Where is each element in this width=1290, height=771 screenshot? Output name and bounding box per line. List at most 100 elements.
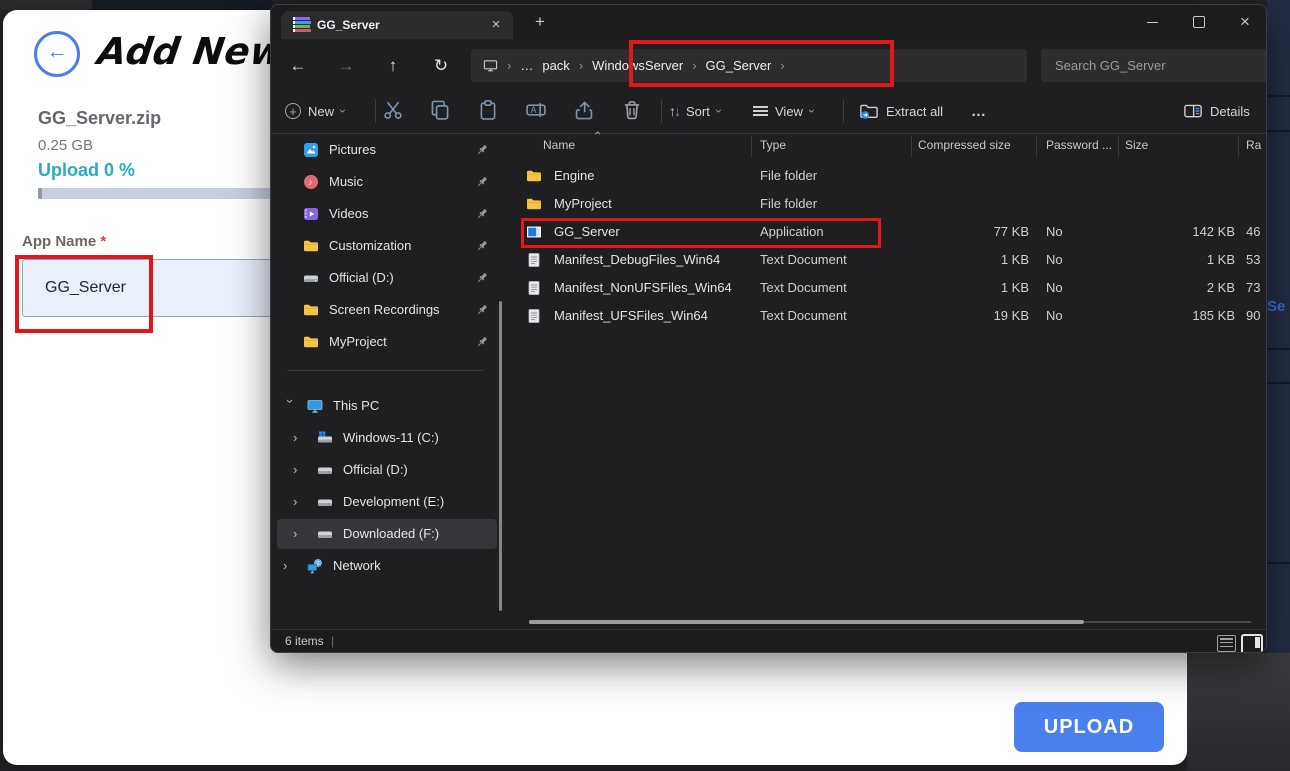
details-pane-button[interactable]: Details — [1183, 97, 1250, 125]
sidebar-item-pictures[interactable]: Pictures — [277, 135, 497, 165]
chevron-expanded-icon[interactable]: › — [275, 399, 305, 413]
view-button[interactable]: View › — [753, 97, 814, 125]
sidebar-item-development-e[interactable]: › Development (E:) — [277, 487, 497, 517]
column-divider[interactable] — [1118, 136, 1119, 157]
application-icon — [526, 224, 542, 240]
screen: Se ← Add New App GG_Server.zip 0.25 GB U… — [0, 0, 1290, 771]
breadcrumb-item-pack[interactable]: pack — [542, 58, 569, 73]
pin-icon[interactable] — [475, 175, 489, 189]
column-header-ratio[interactable]: Ra — [1246, 138, 1261, 152]
chevron-down-icon: › — [805, 109, 819, 113]
pin-icon[interactable] — [475, 143, 489, 157]
column-header-password[interactable]: Password ... — [1046, 138, 1112, 152]
sidebar-item-videos[interactable]: Videos — [277, 199, 497, 229]
background-divider — [1267, 348, 1290, 350]
paste-button[interactable] — [477, 99, 501, 123]
view-lines-icon — [753, 103, 768, 118]
this-pc-monitor-icon — [307, 398, 323, 414]
sidebar-scrollbar[interactable] — [499, 301, 502, 611]
background-divider — [1267, 382, 1290, 384]
sidebar-item-downloaded-f[interactable]: › Downloaded (F:) — [277, 519, 497, 549]
file-row-myproject[interactable]: MyProject File folder — [506, 190, 1267, 218]
more-options-button[interactable]: … — [971, 97, 987, 125]
chevron-down-icon: › — [712, 109, 726, 113]
toolbar-separator — [661, 99, 662, 123]
cut-button[interactable] — [382, 99, 406, 123]
delete-button[interactable] — [621, 99, 645, 123]
chevron-collapsed-icon[interactable]: › — [293, 487, 307, 517]
chevron-collapsed-icon[interactable]: › — [283, 551, 297, 581]
details-view-toggle[interactable] — [1217, 635, 1236, 652]
sidebar-item-myproject[interactable]: MyProject — [277, 327, 497, 357]
sidebar-item-network[interactable]: › Network — [277, 551, 497, 581]
pin-icon[interactable] — [475, 207, 489, 221]
sidebar-item-customization[interactable]: Customization — [277, 231, 497, 261]
file-row-manifest-debugfiles[interactable]: Manifest_DebugFiles_Win64 Text Document … — [506, 246, 1267, 274]
pin-icon[interactable] — [475, 271, 489, 285]
sidebar-item-this-pc[interactable]: › This PC — [277, 391, 497, 421]
horizontal-scrollbar-track[interactable] — [1084, 621, 1251, 623]
chevron-collapsed-icon[interactable]: › — [293, 423, 307, 453]
close-icon: × — [1223, 5, 1267, 39]
background-strip-topleft — [0, 0, 92, 10]
share-button[interactable] — [573, 99, 597, 123]
sidebar-item-windows-c[interactable]: › Windows-11 (C:) — [277, 423, 497, 453]
column-divider[interactable] — [1036, 136, 1037, 157]
breadcrumb-item-windowsserver[interactable]: WindowsServer — [592, 58, 683, 73]
search-input[interactable] — [1041, 49, 1267, 82]
refresh-button[interactable]: ↻ — [426, 53, 456, 79]
new-button[interactable]: + New › — [285, 97, 345, 125]
copy-button[interactable] — [429, 99, 453, 123]
chevron-collapsed-icon[interactable]: › — [293, 455, 307, 485]
file-row-engine[interactable]: Engine File folder — [506, 162, 1267, 190]
address-bar[interactable]: › … pack › WindowsServer › GG_Server › — [471, 49, 1027, 82]
preview-pane-toggle[interactable] — [1241, 634, 1263, 653]
background-divider — [1267, 95, 1290, 97]
folder-icon — [303, 238, 319, 254]
explorer-tab[interactable]: GG_Server × — [281, 11, 513, 39]
breadcrumb-item-ggserver[interactable]: GG_Server — [706, 58, 772, 73]
toolbar-separator — [375, 99, 376, 123]
sort-button[interactable]: ↑↓ Sort › — [669, 97, 721, 125]
nav-forward-button[interactable]: → — [331, 53, 361, 79]
file-row-manifest-nonufsfiles[interactable]: Manifest_NonUFSFiles_Win64 Text Document… — [506, 274, 1267, 302]
sidebar-item-official-d-drive[interactable]: › Official (D:) — [277, 455, 497, 485]
minimize-button[interactable] — [1131, 5, 1175, 39]
file-row-manifest-ufsfiles[interactable]: Manifest_UFSFiles_Win64 Text Document 19… — [506, 302, 1267, 330]
pin-icon[interactable] — [475, 303, 489, 317]
upload-button[interactable]: UPLOAD — [1014, 702, 1164, 752]
nav-back-button[interactable]: ← — [283, 53, 313, 79]
column-header-compressed-size[interactable]: Compressed size — [918, 138, 1011, 152]
close-button[interactable]: × — [1223, 5, 1267, 39]
back-button[interactable]: ← — [34, 31, 80, 77]
status-bar: 6 items | — [271, 629, 1266, 653]
scissors-icon — [382, 99, 404, 121]
column-divider[interactable] — [1238, 136, 1239, 157]
sidebar-item-official-d[interactable]: Official (D:) — [277, 263, 497, 293]
column-divider[interactable] — [751, 136, 752, 157]
background-block-bottom-right — [1187, 653, 1290, 771]
column-header-type[interactable]: Type — [760, 138, 786, 152]
pin-icon[interactable] — [475, 239, 489, 253]
breadcrumb-overflow[interactable]: … — [520, 58, 533, 73]
file-row-ggserver[interactable]: GG_Server Application 77 KB No 142 KB 46 — [506, 218, 1267, 246]
nav-up-button[interactable]: ↑ — [378, 53, 408, 79]
column-header-name[interactable]: Name — [543, 138, 575, 152]
chevron-collapsed-icon[interactable]: › — [293, 519, 307, 549]
tab-close-icon[interactable]: × — [485, 15, 507, 35]
maximize-button[interactable] — [1177, 5, 1221, 39]
extract-all-button[interactable]: Extract all — [859, 97, 943, 125]
column-divider[interactable] — [911, 136, 912, 157]
share-icon — [573, 99, 595, 121]
new-tab-button[interactable]: + — [529, 12, 551, 32]
tab-bar: GG_Server × + × — [271, 5, 1266, 39]
sidebar-item-music[interactable]: ♪ Music — [277, 167, 497, 197]
sidebar-item-screen-recordings[interactable]: Screen Recordings — [277, 295, 497, 325]
extract-folder-icon — [859, 101, 879, 121]
rename-button[interactable]: A — [525, 99, 549, 123]
column-header-size[interactable]: Size — [1125, 138, 1148, 152]
upload-file-name: GG_Server.zip — [38, 108, 161, 129]
toolbar-separator — [843, 99, 844, 123]
pin-icon[interactable] — [475, 335, 489, 349]
horizontal-scrollbar[interactable] — [529, 620, 1084, 624]
